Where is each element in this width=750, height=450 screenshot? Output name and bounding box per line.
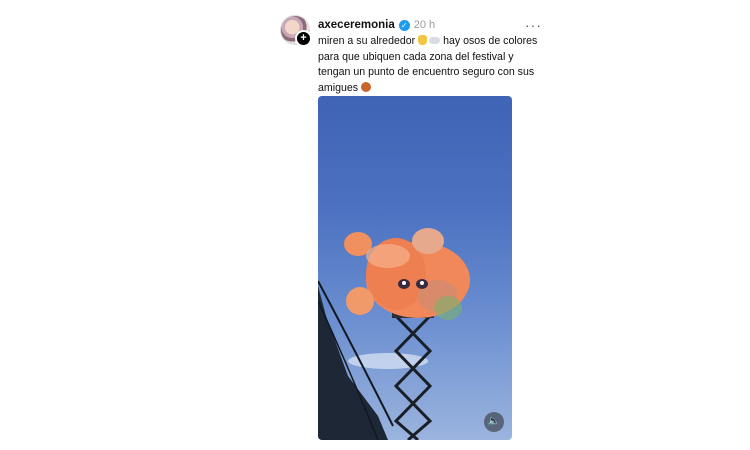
pointing-up-emoji-icon	[418, 35, 428, 45]
giant-bear-balloon	[344, 228, 470, 320]
video-frame	[318, 228, 470, 440]
avatar[interactable]: +	[280, 15, 312, 47]
caption-text-1a: miren a su alrededor	[318, 35, 416, 47]
teddy-bear-emoji-icon	[361, 81, 371, 92]
speaker-icon[interactable]: 🔈	[484, 412, 504, 432]
post-caption: miren a su alrededor hay osos de colores…	[318, 34, 544, 96]
post-time: 20 h	[413, 19, 436, 31]
post-header: axeceremonia ✓ 20 h ···	[318, 16, 542, 34]
post-video[interactable]: 🔈	[318, 96, 512, 440]
more-options-icon[interactable]: ···	[525, 17, 542, 33]
caption-text-2: para que ubiquen cada zona del festival …	[318, 50, 514, 63]
username[interactable]: axeceremonia	[318, 19, 395, 31]
thread-post: + axeceremonia ✓ 20 h ··· miren a su alr…	[280, 12, 542, 444]
caption-text-4: amigues	[318, 81, 359, 94]
cloud-emoji-icon	[429, 37, 441, 44]
follow-plus-icon[interactable]: +	[295, 30, 312, 47]
caption-text-3: tengan un punto de encuentro seguro con …	[318, 66, 535, 78]
verified-badge-icon: ✓	[398, 19, 410, 31]
caption-text-1b: hay osos de colores	[443, 35, 538, 47]
